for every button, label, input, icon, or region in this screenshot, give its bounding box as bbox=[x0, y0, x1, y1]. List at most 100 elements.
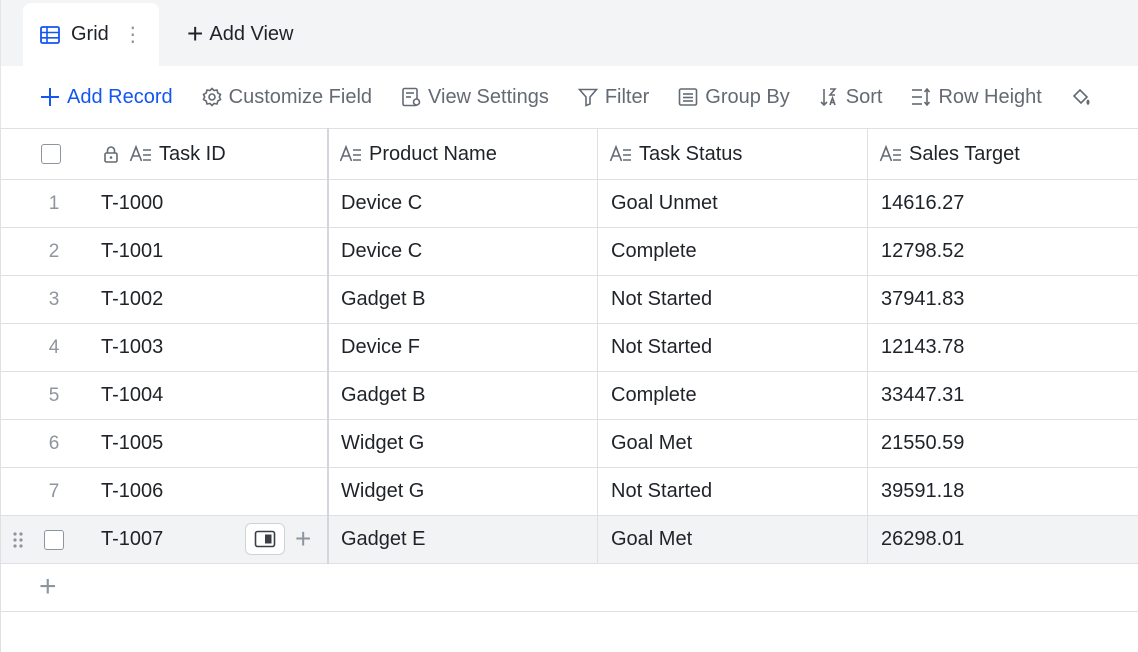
cell-task-status[interactable]: Not Started bbox=[611, 468, 712, 515]
cell-sales-target[interactable]: 14616.27 bbox=[881, 180, 964, 227]
table-row[interactable]: 2 T-1001 Device C Complete 12798.52 bbox=[0, 228, 1138, 276]
row-number: 6 bbox=[48, 432, 60, 454]
grid-empty-area bbox=[0, 612, 1138, 652]
row-number: 1 bbox=[48, 192, 60, 214]
select-all-checkbox[interactable] bbox=[41, 144, 61, 164]
lock-icon bbox=[104, 146, 118, 163]
column-header-task-status[interactable]: Task Status bbox=[609, 129, 742, 179]
cell-task-status[interactable]: Not Started bbox=[611, 276, 712, 323]
cell-task-id[interactable]: T-1000 bbox=[101, 180, 163, 227]
fill-color-button[interactable] bbox=[1070, 86, 1098, 108]
expand-record-icon bbox=[254, 530, 276, 548]
cell-task-status[interactable]: Goal Unmet bbox=[611, 180, 718, 227]
filter-icon bbox=[577, 88, 599, 107]
frozen-column-divider[interactable] bbox=[327, 128, 329, 564]
cell-task-status[interactable]: Goal Met bbox=[611, 516, 692, 563]
cell-task-id[interactable]: T-1003 bbox=[101, 324, 163, 371]
filter-label: Filter bbox=[604, 85, 650, 108]
table-row[interactable]: 4 T-1003 Device F Not Started 12143.78 bbox=[0, 324, 1138, 372]
expand-record-button[interactable] bbox=[245, 523, 285, 555]
cell-product-name[interactable]: Device C bbox=[341, 228, 422, 275]
row-height-label: Row Height bbox=[938, 85, 1042, 108]
add-row-button[interactable]: + bbox=[0, 564, 1138, 612]
row-number: 5 bbox=[48, 384, 60, 406]
group-icon bbox=[678, 88, 698, 106]
cell-product-name[interactable]: Widget G bbox=[341, 468, 424, 515]
grid-view-icon bbox=[40, 25, 60, 44]
tab-grid-label: Grid bbox=[71, 23, 109, 45]
toolbar: Add Record Customize Field View Settings… bbox=[0, 66, 1138, 128]
group-by-label: Group By bbox=[705, 85, 790, 108]
cell-product-name[interactable]: Gadget B bbox=[341, 276, 426, 323]
row-checkbox[interactable] bbox=[44, 529, 64, 550]
customize-field-button[interactable]: Customize Field bbox=[201, 86, 372, 109]
sort-label: Sort bbox=[845, 85, 883, 108]
cell-task-status[interactable]: Not Started bbox=[611, 324, 712, 371]
cell-sales-target[interactable]: 12798.52 bbox=[881, 228, 964, 275]
view-settings-button[interactable]: View Settings bbox=[400, 86, 549, 109]
cell-task-id[interactable]: T-1002 bbox=[101, 276, 163, 323]
add-record-button[interactable]: Add Record bbox=[39, 86, 173, 109]
text-field-icon bbox=[129, 144, 151, 162]
row-number: 2 bbox=[48, 240, 60, 262]
cell-product-name[interactable]: Device C bbox=[341, 180, 422, 227]
cell-task-id[interactable]: T-1007 bbox=[101, 516, 163, 563]
cell-sales-target[interactable]: 12143.78 bbox=[881, 324, 964, 371]
customize-field-label: Customize Field bbox=[228, 85, 373, 108]
cell-sales-target[interactable]: 21550.59 bbox=[881, 420, 964, 467]
tab-grid[interactable]: Grid ⋮ bbox=[23, 3, 159, 66]
cell-sales-target[interactable]: 39591.18 bbox=[881, 468, 964, 515]
plus-icon: + bbox=[187, 18, 204, 49]
cell-product-name[interactable]: Gadget E bbox=[341, 516, 426, 563]
cell-product-name[interactable]: Device F bbox=[341, 324, 420, 371]
text-field-icon bbox=[609, 144, 631, 162]
filter-button[interactable]: Filter bbox=[577, 86, 649, 109]
select-all-checkbox-cell[interactable] bbox=[41, 129, 61, 179]
group-by-button[interactable]: Group By bbox=[677, 85, 790, 109]
cell-product-name[interactable]: Gadget B bbox=[341, 372, 426, 419]
sort-button[interactable]: Sort bbox=[818, 85, 883, 109]
text-field-icon bbox=[339, 144, 361, 162]
row-checkbox-cell[interactable] bbox=[9, 516, 99, 563]
table-row[interactable]: 1 T-1000 Device C Goal Unmet 14616.27 bbox=[0, 180, 1138, 228]
column-divider[interactable] bbox=[597, 128, 598, 564]
row-number: 7 bbox=[48, 480, 60, 502]
column-header-task-id[interactable]: Task ID bbox=[101, 129, 226, 179]
table-row[interactable]: 6 T-1005 Widget G Goal Met 21550.59 bbox=[0, 420, 1138, 468]
column-label: Product Name bbox=[369, 142, 497, 165]
cell-task-id[interactable]: T-1005 bbox=[101, 420, 163, 467]
table-row[interactable]: 7 T-1006 Widget G Not Started 39591.18 bbox=[0, 468, 1138, 516]
view-tab-bar: Grid ⋮ + Add View bbox=[0, 0, 1138, 66]
cell-task-status[interactable]: Complete bbox=[611, 228, 697, 275]
add-view-button[interactable]: + Add View bbox=[187, 18, 294, 50]
gear-icon bbox=[202, 87, 222, 107]
cell-product-name[interactable]: Widget G bbox=[341, 420, 424, 467]
text-field-icon bbox=[879, 144, 901, 162]
row-number: 3 bbox=[48, 288, 60, 310]
cell-task-id[interactable]: T-1004 bbox=[101, 372, 163, 419]
row-height-button[interactable]: Row Height bbox=[910, 85, 1042, 109]
insert-row-plus-icon[interactable]: + bbox=[295, 525, 311, 553]
cell-task-status[interactable]: Complete bbox=[611, 372, 697, 419]
table-row[interactable]: T-1007 Gadget E Goal Met 26298.01 + bbox=[0, 516, 1138, 564]
tab-more-icon[interactable]: ⋮ bbox=[123, 22, 143, 47]
cell-sales-target[interactable]: 33447.31 bbox=[881, 372, 964, 419]
settings-doc-icon bbox=[402, 87, 421, 107]
cell-sales-target[interactable]: 26298.01 bbox=[881, 516, 964, 563]
table-row[interactable]: 5 T-1004 Gadget B Complete 33447.31 bbox=[0, 372, 1138, 420]
cell-sales-target[interactable]: 37941.83 bbox=[881, 276, 964, 323]
grid-header: Task ID Product Name Task Status Sales T… bbox=[0, 128, 1138, 180]
view-settings-label: View Settings bbox=[428, 85, 549, 108]
column-divider[interactable] bbox=[867, 128, 868, 564]
column-label: Sales Target bbox=[909, 142, 1020, 165]
cell-task-id[interactable]: T-1006 bbox=[101, 468, 163, 515]
plus-icon: + bbox=[39, 570, 57, 603]
cell-task-status[interactable]: Goal Met bbox=[611, 420, 692, 467]
column-header-product-name[interactable]: Product Name bbox=[339, 129, 497, 179]
table-row[interactable]: 3 T-1002 Gadget B Not Started 37941.83 bbox=[0, 276, 1138, 324]
cell-task-id[interactable]: T-1001 bbox=[101, 228, 163, 275]
row-height-icon bbox=[912, 87, 931, 107]
row-number: 4 bbox=[48, 336, 60, 358]
plus-icon bbox=[41, 88, 59, 106]
column-header-sales-target[interactable]: Sales Target bbox=[879, 129, 1020, 179]
